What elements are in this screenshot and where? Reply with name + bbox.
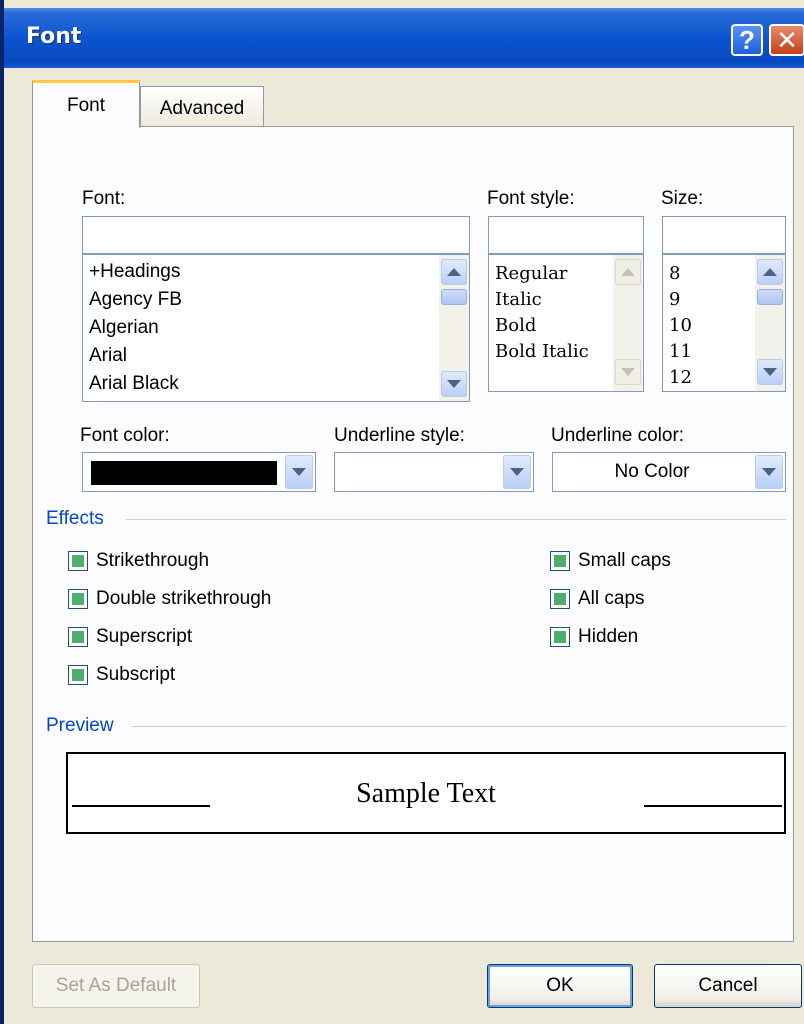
font-color-swatch bbox=[91, 461, 277, 485]
small-caps-checkbox[interactable]: Small caps bbox=[550, 550, 671, 572]
underline-style-label: Underline style: bbox=[334, 425, 465, 446]
checkbox-indeterminate-icon bbox=[550, 551, 570, 571]
underline-style-dropdown[interactable] bbox=[334, 452, 534, 492]
size-list-item[interactable]: 12 bbox=[669, 367, 692, 388]
set-as-default-label: Set As Default bbox=[55, 975, 177, 996]
scroll-up-button[interactable] bbox=[615, 259, 641, 285]
chevron-up-icon bbox=[447, 268, 461, 276]
cancel-button[interactable]: Cancel bbox=[654, 964, 802, 1008]
preview-divider bbox=[132, 726, 786, 727]
close-icon: ✕ bbox=[776, 24, 798, 55]
scroll-up-button[interactable] bbox=[757, 259, 783, 285]
checkbox-indeterminate-icon bbox=[68, 589, 88, 609]
set-as-default-button[interactable]: Set As Default bbox=[32, 964, 200, 1008]
chevron-up-icon bbox=[763, 268, 777, 276]
font-style-item[interactable]: Italic bbox=[495, 289, 542, 310]
checkbox-indeterminate-icon bbox=[68, 665, 88, 685]
help-icon: ? bbox=[739, 24, 755, 55]
tab-font[interactable]: Font bbox=[32, 80, 140, 128]
scroll-down-button[interactable] bbox=[757, 359, 783, 385]
font-list-item[interactable]: Agency FB bbox=[89, 289, 182, 311]
hidden-checkbox[interactable]: Hidden bbox=[550, 626, 638, 648]
font-style-scrollbar[interactable] bbox=[613, 255, 643, 391]
size-list-scrollbar[interactable] bbox=[755, 255, 785, 391]
chevron-down-icon bbox=[763, 368, 777, 376]
small-caps-label: Small caps bbox=[578, 550, 671, 571]
help-button[interactable]: ? bbox=[731, 24, 763, 56]
preview-group-title: Preview bbox=[46, 715, 114, 736]
chevron-down-icon bbox=[621, 368, 635, 376]
font-style-input[interactable] bbox=[488, 216, 644, 254]
font-list-scrollbar[interactable] bbox=[439, 255, 469, 401]
font-list-item[interactable]: Algerian bbox=[89, 317, 159, 339]
chevron-down-icon bbox=[292, 468, 306, 476]
font-list-item[interactable]: Arial Black bbox=[89, 373, 179, 395]
font-style-list[interactable]: Regular Italic Bold Bold Italic bbox=[488, 254, 644, 392]
chevron-down-icon bbox=[762, 468, 776, 476]
effects-divider bbox=[126, 519, 786, 520]
strikethrough-checkbox[interactable]: Strikethrough bbox=[68, 550, 209, 572]
checkbox-indeterminate-icon bbox=[550, 589, 570, 609]
underline-style-dropdown-button[interactable] bbox=[503, 455, 531, 489]
chevron-down-icon bbox=[510, 468, 524, 476]
font-color-dropdown[interactable] bbox=[82, 452, 316, 492]
scroll-thumb[interactable] bbox=[441, 289, 467, 305]
size-list[interactable]: 8 9 10 11 12 bbox=[662, 254, 786, 392]
hidden-label: Hidden bbox=[578, 626, 639, 647]
font-color-dropdown-button[interactable] bbox=[285, 455, 313, 489]
close-button[interactable]: ✕ bbox=[769, 24, 804, 56]
font-list[interactable]: +Headings Agency FB Algerian Arial Arial… bbox=[82, 254, 470, 402]
chevron-down-icon bbox=[447, 380, 461, 388]
underline-color-label: Underline color: bbox=[551, 425, 685, 446]
ok-button[interactable]: OK bbox=[487, 964, 633, 1008]
subscript-label: Subscript bbox=[96, 664, 176, 685]
checkbox-indeterminate-icon bbox=[68, 551, 88, 571]
title-bar: Font ? ✕ bbox=[4, 8, 804, 68]
font-list-item[interactable]: +Headings bbox=[89, 261, 180, 283]
font-style-item[interactable]: Bold Italic bbox=[495, 341, 589, 362]
underline-color-dropdown[interactable]: No Color bbox=[552, 452, 786, 492]
checkbox-indeterminate-icon bbox=[550, 627, 570, 647]
chevron-up-icon bbox=[621, 268, 635, 276]
size-list-item[interactable]: 9 bbox=[669, 289, 680, 310]
size-list-item[interactable]: 10 bbox=[669, 315, 692, 336]
size-list-item[interactable]: 11 bbox=[669, 341, 692, 362]
preview-rule-right bbox=[644, 805, 782, 807]
dialog-title: Font bbox=[26, 24, 82, 49]
tab-advanced-label: Advanced bbox=[159, 97, 245, 119]
scroll-down-button[interactable] bbox=[441, 371, 467, 397]
tab-font-label: Font bbox=[66, 94, 106, 116]
superscript-checkbox[interactable]: Superscript bbox=[68, 626, 192, 648]
font-style-label: Font style: bbox=[487, 188, 575, 209]
ok-label: OK bbox=[546, 975, 574, 996]
size-list-item[interactable]: 8 bbox=[669, 263, 680, 284]
font-label: Font: bbox=[82, 188, 126, 209]
underline-color-value: No Color bbox=[614, 461, 690, 482]
superscript-label: Superscript bbox=[96, 626, 193, 647]
scroll-up-button[interactable] bbox=[441, 259, 467, 285]
all-caps-checkbox[interactable]: All caps bbox=[550, 588, 645, 610]
strikethrough-label: Strikethrough bbox=[96, 550, 210, 571]
tab-advanced[interactable]: Advanced bbox=[140, 86, 264, 130]
font-dialog: Font ? ✕ Font Advanced Font: +Headings A… bbox=[0, 0, 804, 1024]
scroll-thumb[interactable] bbox=[757, 289, 783, 305]
underline-color-dropdown-button[interactable] bbox=[755, 455, 783, 489]
size-label: Size: bbox=[661, 188, 704, 209]
double-strikethrough-label: Double strikethrough bbox=[96, 588, 272, 609]
effects-group-title: Effects bbox=[46, 508, 104, 529]
font-list-item[interactable]: Arial bbox=[89, 345, 127, 367]
size-input[interactable] bbox=[662, 216, 786, 254]
all-caps-label: All caps bbox=[578, 588, 645, 609]
preview-box: Sample Text bbox=[66, 752, 786, 834]
cancel-label: Cancel bbox=[698, 975, 758, 996]
font-color-label: Font color: bbox=[80, 425, 170, 446]
subscript-checkbox[interactable]: Subscript bbox=[68, 664, 175, 686]
font-style-item[interactable]: Regular bbox=[495, 263, 567, 284]
double-strikethrough-checkbox[interactable]: Double strikethrough bbox=[68, 588, 271, 610]
font-style-item[interactable]: Bold bbox=[495, 315, 536, 336]
scroll-down-button[interactable] bbox=[615, 359, 641, 385]
font-name-input[interactable] bbox=[82, 216, 470, 254]
checkbox-indeterminate-icon bbox=[68, 627, 88, 647]
